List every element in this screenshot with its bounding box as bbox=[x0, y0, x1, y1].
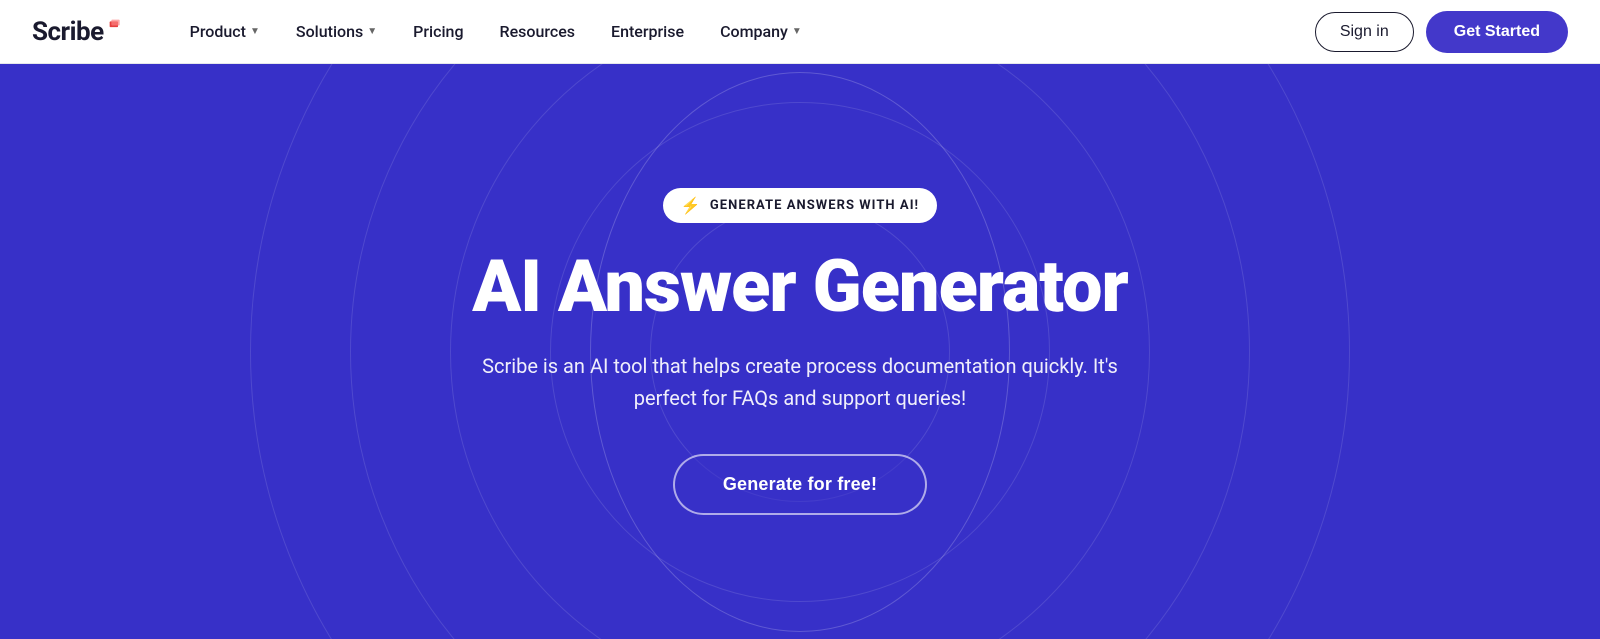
nav-links: Product ▼ Solutions ▼ Pricing Resources … bbox=[176, 14, 1315, 49]
chevron-down-icon: ▼ bbox=[250, 26, 260, 37]
nav-item-enterprise[interactable]: Enterprise bbox=[597, 14, 698, 49]
nav-item-pricing[interactable]: Pricing bbox=[399, 14, 477, 49]
sign-in-button[interactable]: Sign in bbox=[1315, 12, 1414, 52]
logo-link[interactable]: Scribe bbox=[32, 17, 128, 47]
logo-icon bbox=[108, 18, 128, 38]
hero-subtitle: Scribe is an AI tool that helps create p… bbox=[460, 350, 1140, 414]
navbar: Scribe Product ▼ Solutions ▼ Pricing Res… bbox=[0, 0, 1600, 64]
hero-content: ⚡ GENERATE ANSWERS WITH AI! AI Answer Ge… bbox=[460, 188, 1140, 515]
nav-actions: Sign in Get Started bbox=[1315, 11, 1568, 53]
logo-text: Scribe bbox=[32, 17, 104, 47]
hero-section: ⚡ GENERATE ANSWERS WITH AI! AI Answer Ge… bbox=[0, 64, 1600, 639]
badge-text: GENERATE ANSWERS WITH AI! bbox=[710, 198, 919, 213]
get-started-button[interactable]: Get Started bbox=[1426, 11, 1568, 53]
chevron-down-icon: ▼ bbox=[792, 26, 802, 37]
hero-badge: ⚡ GENERATE ANSWERS WITH AI! bbox=[663, 188, 937, 223]
nav-item-product[interactable]: Product ▼ bbox=[176, 14, 274, 49]
chevron-down-icon: ▼ bbox=[367, 26, 377, 37]
hero-title: AI Answer Generator bbox=[472, 247, 1127, 326]
nav-item-resources[interactable]: Resources bbox=[486, 14, 590, 49]
nav-item-solutions[interactable]: Solutions ▼ bbox=[282, 14, 391, 49]
lightning-icon: ⚡ bbox=[681, 196, 702, 215]
nav-item-company[interactable]: Company ▼ bbox=[706, 14, 816, 49]
hero-cta-button[interactable]: Generate for free! bbox=[673, 454, 927, 515]
